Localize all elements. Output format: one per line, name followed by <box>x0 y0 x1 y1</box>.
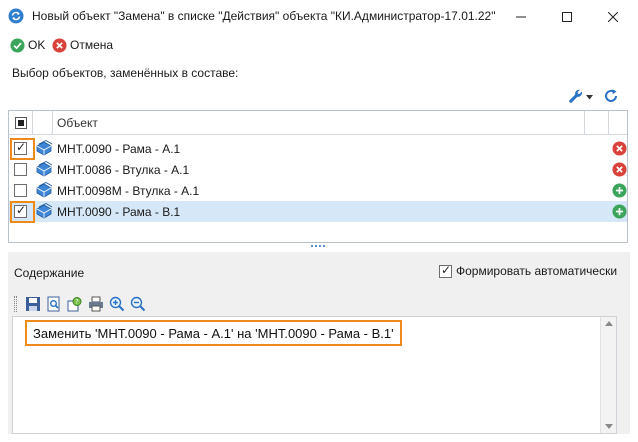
content-text[interactable]: Заменить 'МНТ.0090 - Рама - А.1' на 'МНТ… <box>25 320 402 346</box>
zoom-out-button[interactable] <box>129 295 147 313</box>
refresh-button[interactable] <box>603 88 619 107</box>
icon-column-header <box>33 111 53 135</box>
highlight-frame <box>10 138 35 160</box>
check-circle-icon <box>10 37 25 53</box>
title-bar: Новый объект "Замена" в списке "Действия… <box>0 0 638 33</box>
zoom-in-button[interactable] <box>108 295 126 313</box>
part-assembly-icon <box>35 203 53 220</box>
cancel-button[interactable]: Отмена <box>52 36 113 54</box>
auto-generate-option[interactable]: Формировать автоматически <box>439 263 618 278</box>
printer-icon <box>89 296 103 312</box>
print-button[interactable] <box>87 295 105 313</box>
row-object-label: МНТ.0098М - Втулка - А.1 <box>57 184 200 198</box>
row-object-label: МНТ.0086 - Втулка - А.1 <box>57 163 190 177</box>
action-column-header <box>585 111 609 135</box>
grid-header: Объект <box>9 111 627 135</box>
table-row[interactable]: МНТ.0090 - Рама - В.1 <box>9 201 627 223</box>
grid-tools <box>568 88 619 106</box>
auto-generate-checkbox[interactable] <box>439 263 452 278</box>
add-icon[interactable] <box>612 183 627 198</box>
splitter-handle[interactable] <box>311 245 327 249</box>
remove-icon[interactable] <box>612 162 627 177</box>
selection-label: Выбор объектов, заменённых в составе: <box>12 66 239 80</box>
zoom-out-icon <box>130 296 146 312</box>
select-all-checkbox[interactable] <box>9 111 33 135</box>
part-assembly-icon <box>35 161 53 178</box>
minimize-button[interactable] <box>498 0 544 33</box>
dialog-toolbar: OK Отмена <box>0 34 638 56</box>
content-label: Содержание <box>14 266 85 280</box>
page-zoom-icon <box>47 296 60 312</box>
object-column-header[interactable]: Объект <box>53 111 585 135</box>
content-editor[interactable]: Заменить 'МНТ.0090 - Рама - А.1' на 'МНТ… <box>12 316 617 434</box>
cancel-circle-icon <box>52 37 67 53</box>
ok-label: OK <box>28 38 46 52</box>
refresh-circle-icon <box>8 8 24 24</box>
close-button[interactable] <box>590 0 636 33</box>
table-row[interactable]: МНТ.0098М - Втулка - А.1 <box>9 180 627 201</box>
preview-button[interactable] <box>45 295 63 313</box>
wrench-icon <box>569 89 582 103</box>
part-assembly-icon <box>35 182 53 199</box>
row-checkbox[interactable] <box>14 163 27 176</box>
find-button[interactable]: ? <box>66 295 84 313</box>
remove-icon[interactable] <box>612 141 627 156</box>
svg-text:?: ? <box>75 299 78 306</box>
save-icon <box>26 297 40 311</box>
chevron-down-icon <box>586 94 593 99</box>
ok-button[interactable]: OK <box>10 36 45 54</box>
highlight-frame <box>10 201 35 223</box>
maximize-icon <box>562 11 572 22</box>
search-icon: ? <box>67 297 82 312</box>
row-object-label: МНТ.0090 - Рама - А.1 <box>57 142 181 156</box>
editor-toolbar: ? <box>14 294 147 314</box>
close-icon <box>608 11 618 22</box>
table-row[interactable]: МНТ.0090 - Рама - А.1 <box>9 138 627 160</box>
window-title: Новый объект "Замена" в списке "Действия… <box>32 9 496 23</box>
auto-generate-label: Формировать автоматически <box>456 264 618 278</box>
editor-scrollbar[interactable] <box>600 317 616 433</box>
toolbar-grip[interactable] <box>14 296 17 312</box>
part-assembly-icon <box>35 140 53 157</box>
add-icon[interactable] <box>612 204 627 219</box>
table-row[interactable]: МНТ.0086 - Втулка - А.1 <box>9 159 627 180</box>
cancel-label: Отмена <box>70 38 114 52</box>
zoom-in-icon <box>109 296 125 312</box>
settings-dropdown-button[interactable] <box>568 89 593 105</box>
scroll-down-icon[interactable] <box>605 424 613 429</box>
minimize-icon <box>516 16 526 17</box>
refresh-icon <box>605 88 617 102</box>
save-button[interactable] <box>24 295 42 313</box>
maximize-button[interactable] <box>544 0 590 33</box>
scroll-up-icon[interactable] <box>605 321 613 326</box>
row-checkbox[interactable] <box>14 184 27 197</box>
row-object-label: МНТ.0090 - Рама - В.1 <box>57 205 181 219</box>
objects-grid: Объект МНТ.0090 - Рама - А.1 МНТ.0086 - В… <box>8 110 628 243</box>
